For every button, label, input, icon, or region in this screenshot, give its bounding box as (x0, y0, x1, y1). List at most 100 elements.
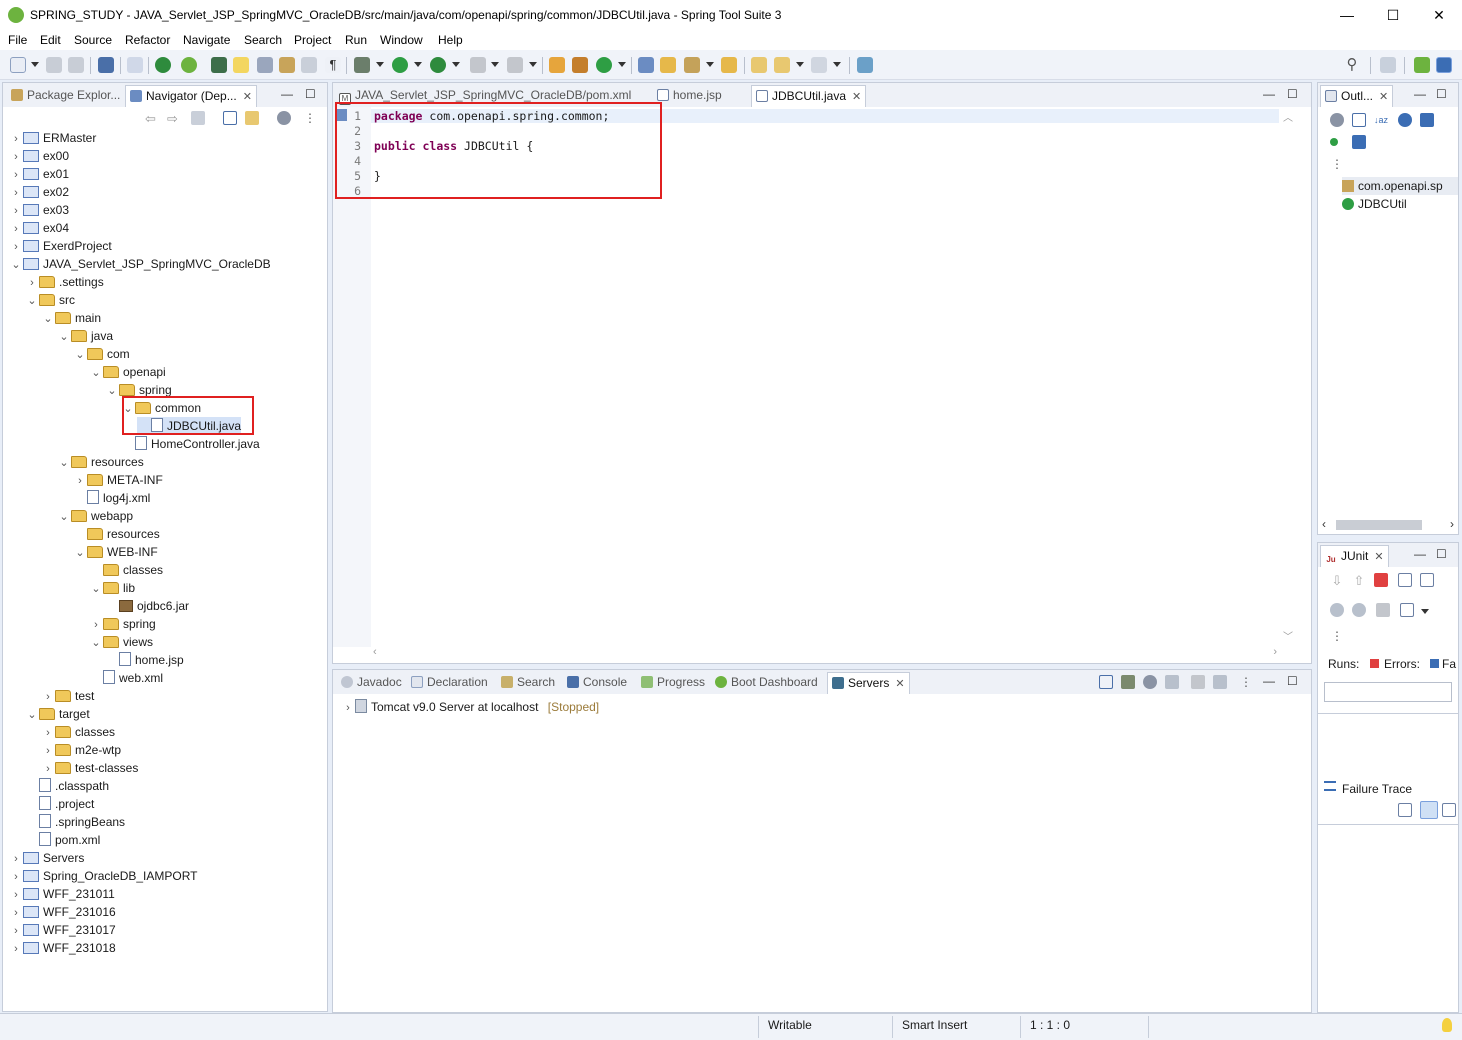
scroll-left-icon[interactable]: ‹ (1322, 517, 1326, 531)
tree-item[interactable]: › Servers (9, 849, 84, 867)
hide-static-icon[interactable] (1420, 113, 1434, 127)
menu-file[interactable]: File (8, 33, 27, 47)
debug-icon[interactable] (354, 57, 370, 73)
tree-item[interactable]: pom.xml (25, 831, 100, 849)
close-icon[interactable]: ✕ (1379, 91, 1388, 103)
publish-icon[interactable] (1213, 675, 1227, 689)
tab-declaration[interactable]: Declaration (407, 672, 492, 694)
chevron-right-icon[interactable]: › (9, 940, 23, 958)
maximize-view-button[interactable]: ☐ (1287, 674, 1298, 688)
new-java-project-icon[interactable] (549, 57, 565, 73)
hide-local-types-icon[interactable] (1352, 135, 1366, 149)
chevron-right-icon[interactable]: › (41, 724, 55, 742)
menu-refactor[interactable]: Refactor (125, 33, 170, 47)
next-annotation-icon[interactable] (279, 57, 295, 73)
chevron-down-icon[interactable]: ⌄ (57, 328, 71, 346)
maximize-view-button[interactable]: ☐ (1436, 87, 1447, 101)
save-all-icon[interactable] (68, 57, 84, 73)
open-perspective-icon[interactable] (1380, 57, 1396, 73)
tree-item[interactable]: › META-INF (73, 471, 163, 489)
outline-horizontal-scrollbar[interactable]: ‹ › (1320, 517, 1456, 533)
chevron-right-icon[interactable]: › (9, 850, 23, 868)
chevron-down-icon[interactable] (1421, 609, 1429, 614)
filter-trace-icon[interactable] (1420, 801, 1438, 819)
tree-item[interactable]: ⌄ main (41, 309, 101, 327)
open-resource-icon[interactable] (721, 57, 737, 73)
search-icon[interactable]: ⚲ (1344, 57, 1360, 73)
tree-item[interactable]: ojdbc6.jar (105, 597, 189, 615)
minimize-view-button[interactable]: — (1263, 87, 1275, 101)
highlight-icon[interactable] (233, 57, 249, 73)
tab-javadoc[interactable]: Javadoc (337, 672, 406, 694)
outline-item-package[interactable]: com.openapi.sp (1342, 177, 1458, 195)
tree-item[interactable]: ⌄ spring (105, 381, 171, 399)
stop-icon[interactable] (470, 57, 486, 73)
collapse-all-icon[interactable] (1352, 113, 1366, 127)
tree-item[interactable]: › classes (41, 723, 115, 741)
hide-fields-icon[interactable] (1398, 113, 1412, 127)
spring-refresh-icon[interactable] (181, 57, 197, 73)
menu-run[interactable]: Run (345, 33, 367, 47)
chevron-right-icon[interactable]: › (73, 472, 87, 490)
coverage-icon[interactable] (430, 57, 446, 73)
tree-item[interactable]: web.xml (89, 669, 163, 687)
scroll-thumb[interactable] (1336, 520, 1422, 530)
chevron-right-icon[interactable]: › (9, 868, 23, 886)
minimize-view-button[interactable]: — (1414, 87, 1426, 101)
forward-icon[interactable] (811, 57, 827, 73)
run-icon[interactable] (392, 57, 408, 73)
tree-item[interactable]: › m2e-wtp (41, 741, 121, 759)
tree-item[interactable]: .project (25, 795, 94, 813)
show-failures-icon[interactable] (1374, 573, 1388, 587)
view-menu-icon[interactable]: ⋮ (1330, 157, 1344, 171)
scroll-lock-icon[interactable] (1398, 573, 1412, 587)
menu-project[interactable]: Project (294, 33, 331, 47)
menu-source[interactable]: Source (74, 33, 112, 47)
tree-item[interactable]: › WFF_231016 (9, 903, 116, 921)
chevron-down-icon[interactable]: ⌄ (25, 706, 39, 724)
tree-item[interactable]: JDBCUtil.java (137, 417, 242, 435)
chevron-right-icon[interactable]: › (9, 148, 23, 166)
collapse-all-icon[interactable] (223, 111, 237, 125)
tree-item[interactable]: .classpath (25, 777, 109, 795)
tab-console[interactable]: Console (563, 672, 631, 694)
tree-item[interactable]: ⌄ com (73, 345, 129, 363)
tab-home-jsp[interactable]: home.jsp (653, 85, 726, 107)
external-tools-icon[interactable] (507, 57, 523, 73)
chevron-down-icon[interactable]: ⌄ (57, 508, 71, 526)
tree-item[interactable]: home.jsp (105, 651, 184, 669)
vertical-scrollbar[interactable]: ︿ ﹀ (1281, 109, 1295, 647)
tab-pom-xml[interactable]: M JAVA_Servlet_JSP_SpringMVC_OracleDB/pom… (335, 85, 635, 107)
copy-trace-icon[interactable] (1442, 803, 1456, 817)
tree-item[interactable]: › ex00 (9, 147, 69, 165)
tab-navigator[interactable]: Navigator (Dep... ✕ (125, 85, 257, 107)
scroll-down-icon[interactable]: ﹀ (1283, 628, 1293, 643)
sort-icon[interactable]: ↓az (1374, 113, 1388, 127)
tree-item[interactable]: › Spring_OracleDB_IAMPORT (9, 867, 197, 886)
chevron-right-icon[interactable]: › (41, 688, 55, 706)
scroll-left-icon[interactable]: ‹ (373, 646, 377, 658)
minimize-view-button[interactable]: — (281, 87, 293, 101)
open-console-icon[interactable] (857, 57, 873, 73)
previous-failure-icon[interactable]: ⇧ (1352, 573, 1366, 588)
tree-item[interactable]: ⌄ resources (57, 453, 143, 472)
java-perspective-icon[interactable] (1436, 57, 1452, 73)
new-package-icon[interactable] (572, 57, 588, 73)
chevron-down-icon[interactable]: ⌄ (57, 454, 71, 472)
chevron-right-icon[interactable]: › (9, 130, 23, 148)
view-menu-icon[interactable]: ⋮ (1330, 629, 1344, 643)
chevron-right-icon[interactable]: › (41, 760, 55, 778)
back-arrow-icon[interactable]: ⇦ (145, 111, 159, 126)
new-class-icon[interactable] (596, 57, 612, 73)
profile-server-icon[interactable] (1165, 675, 1179, 689)
toggle-icon[interactable] (257, 57, 273, 73)
chevron-right-icon[interactable]: › (41, 742, 55, 760)
menu-edit[interactable]: Edit (40, 33, 61, 47)
chevron-down-icon[interactable]: ⌄ (9, 256, 23, 274)
layout-icon[interactable] (1400, 603, 1414, 617)
menu-window[interactable]: Window (380, 33, 423, 47)
forward-arrow-icon[interactable]: ⇨ (167, 111, 181, 126)
chevron-right-icon[interactable]: › (9, 202, 23, 220)
tree-item[interactable]: log4j.xml (73, 489, 150, 507)
chevron-right-icon[interactable]: › (89, 616, 103, 634)
